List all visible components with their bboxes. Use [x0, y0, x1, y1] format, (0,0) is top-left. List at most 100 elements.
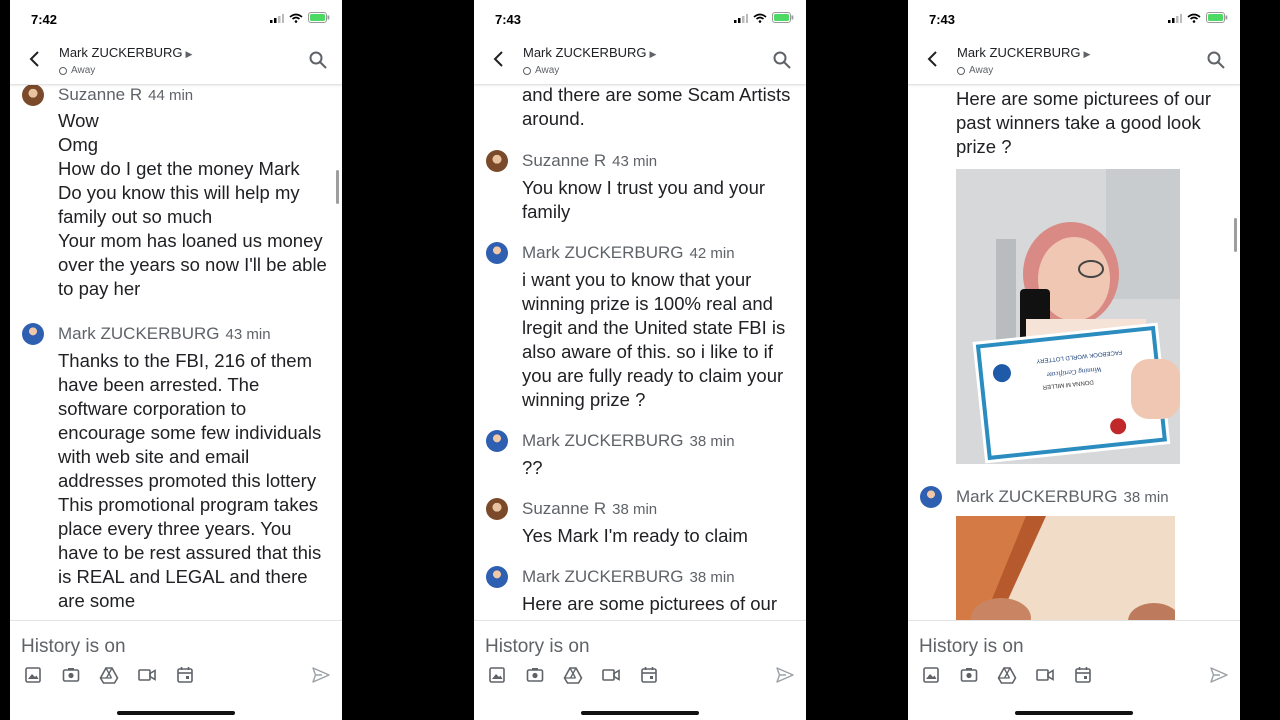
- message-input[interactable]: History is on: [919, 636, 1024, 658]
- search-icon[interactable]: [772, 50, 792, 70]
- presence-ring-icon: [59, 66, 67, 75]
- caret-right-icon: ▶: [1083, 49, 1091, 59]
- image-icon[interactable]: [487, 665, 507, 685]
- composer-toolbar: [23, 665, 195, 685]
- message-time: 43 min: [225, 326, 271, 343]
- home-indicator[interactable]: [581, 711, 699, 715]
- drive-icon[interactable]: [563, 665, 583, 685]
- sender-name: Mark ZUCKERBURG: [58, 324, 220, 343]
- message-time: 38 min: [689, 569, 735, 586]
- avatar: [486, 150, 508, 172]
- sender-line: Mark ZUCKERBURG 38 min: [522, 567, 735, 587]
- search-icon[interactable]: [308, 50, 328, 70]
- drive-icon[interactable]: [99, 665, 119, 685]
- send-icon[interactable]: [311, 665, 331, 685]
- composer-toolbar: [487, 665, 659, 685]
- contact-name[interactable]: Mark ZUCKERBURG ▶: [59, 45, 192, 60]
- presence-status: Away: [957, 65, 993, 76]
- message-time: 38 min: [612, 501, 658, 518]
- drive-icon[interactable]: [997, 665, 1017, 685]
- signal-icon: [1168, 13, 1182, 23]
- message-list[interactable]: Here are some picturees of our past winn…: [908, 84, 1240, 620]
- chat-header: Mark ZUCKERBURG ▶ Away: [10, 38, 342, 85]
- sender-line: Mark ZUCKERBURG 42 min: [522, 243, 735, 263]
- sender-name: Mark ZUCKERBURG: [522, 567, 684, 586]
- status-bar: 7:43: [474, 0, 806, 38]
- status-icons: [270, 12, 330, 23]
- winner-photo-illustration: [956, 516, 1175, 620]
- avatar: [920, 486, 942, 508]
- message-time: 43 min: [612, 153, 658, 170]
- composer: History is on: [908, 620, 1240, 720]
- chat-header: Mark ZUCKERBURG ▶ Away: [474, 38, 806, 85]
- signal-icon: [270, 13, 284, 23]
- battery-icon: [772, 12, 794, 23]
- video-icon[interactable]: [137, 665, 157, 685]
- sender-name: Suzanne R: [522, 499, 607, 518]
- presence-status: Away: [523, 65, 559, 76]
- sender-name: Mark ZUCKERBURG: [522, 431, 684, 450]
- battery-icon: [1206, 12, 1228, 23]
- message-input[interactable]: History is on: [21, 636, 126, 658]
- message-time: 38 min: [689, 433, 735, 450]
- image-icon[interactable]: [921, 665, 941, 685]
- scrollbar[interactable]: [1234, 218, 1237, 252]
- composer-toolbar: [921, 665, 1093, 685]
- status-bar: 7:43: [908, 0, 1240, 38]
- calendar-icon[interactable]: [175, 665, 195, 685]
- chat-header: Mark ZUCKERBURG ▶ Away: [908, 38, 1240, 85]
- camera-icon[interactable]: [61, 665, 81, 685]
- video-icon[interactable]: [601, 665, 621, 685]
- message-text: Here are some picturees of our past winn…: [956, 88, 1212, 157]
- sender-line: Suzanne R 44 min: [58, 85, 193, 105]
- message-text: and there are some Scam Artists around.: [522, 84, 791, 129]
- message-text: Here are some picturees of our: [522, 593, 778, 614]
- back-arrow-icon[interactable]: [24, 48, 46, 70]
- back-arrow-icon[interactable]: [922, 48, 944, 70]
- caret-right-icon: ▶: [649, 49, 657, 59]
- avatar: [486, 498, 508, 520]
- winner-photo-illustration: FACEBOOK WORLD LOTTERY Winning Certifica…: [956, 169, 1180, 464]
- image-icon[interactable]: [23, 665, 43, 685]
- status-icons: [734, 12, 794, 23]
- video-icon[interactable]: [1035, 665, 1055, 685]
- send-icon[interactable]: [1209, 665, 1229, 685]
- wifi-icon: [753, 13, 767, 23]
- contact-name[interactable]: Mark ZUCKERBURG ▶: [957, 45, 1090, 60]
- home-indicator[interactable]: [117, 711, 235, 715]
- avatar: [486, 242, 508, 264]
- message-list[interactable]: and there are some Scam Artists around. …: [474, 84, 806, 620]
- sender-line: Mark ZUCKERBURG 43 min: [58, 324, 271, 344]
- camera-icon[interactable]: [959, 665, 979, 685]
- calendar-icon[interactable]: [1073, 665, 1093, 685]
- message-input[interactable]: History is on: [485, 636, 590, 658]
- contact-name-label: Mark ZUCKERBURG: [523, 45, 647, 60]
- contact-name[interactable]: Mark ZUCKERBURG ▶: [523, 45, 656, 60]
- calendar-icon[interactable]: [639, 665, 659, 685]
- avatar: [486, 566, 508, 588]
- avatar: [22, 323, 44, 345]
- message-text: ??: [522, 457, 543, 478]
- sender-name: Suzanne R: [522, 151, 607, 170]
- message-text: You know I trust you and your family: [522, 177, 766, 222]
- avatar: [486, 430, 508, 452]
- message-text: Thanks to the FBI, 216 of them have been…: [58, 350, 322, 611]
- sender-line: Suzanne R 38 min: [522, 499, 657, 519]
- winner-photo[interactable]: [956, 516, 1175, 620]
- contact-name-label: Mark ZUCKERBURG: [59, 45, 183, 60]
- message-time: 44 min: [148, 87, 194, 104]
- home-indicator[interactable]: [1015, 711, 1133, 715]
- clock: 7:42: [31, 12, 58, 27]
- search-icon[interactable]: [1206, 50, 1226, 70]
- message-time: 42 min: [689, 245, 735, 262]
- wifi-icon: [1187, 13, 1201, 23]
- wifi-icon: [289, 13, 303, 23]
- winner-photo[interactable]: FACEBOOK WORLD LOTTERY Winning Certifica…: [956, 169, 1180, 464]
- send-icon[interactable]: [775, 665, 795, 685]
- back-arrow-icon[interactable]: [488, 48, 510, 70]
- scrollbar[interactable]: [336, 170, 339, 204]
- presence-label: Away: [969, 65, 994, 76]
- message-text: i want you to know that your winning pri…: [522, 269, 786, 410]
- message-list[interactable]: Suzanne R 44 min Wow Omg How do I get the…: [10, 84, 342, 620]
- camera-icon[interactable]: [525, 665, 545, 685]
